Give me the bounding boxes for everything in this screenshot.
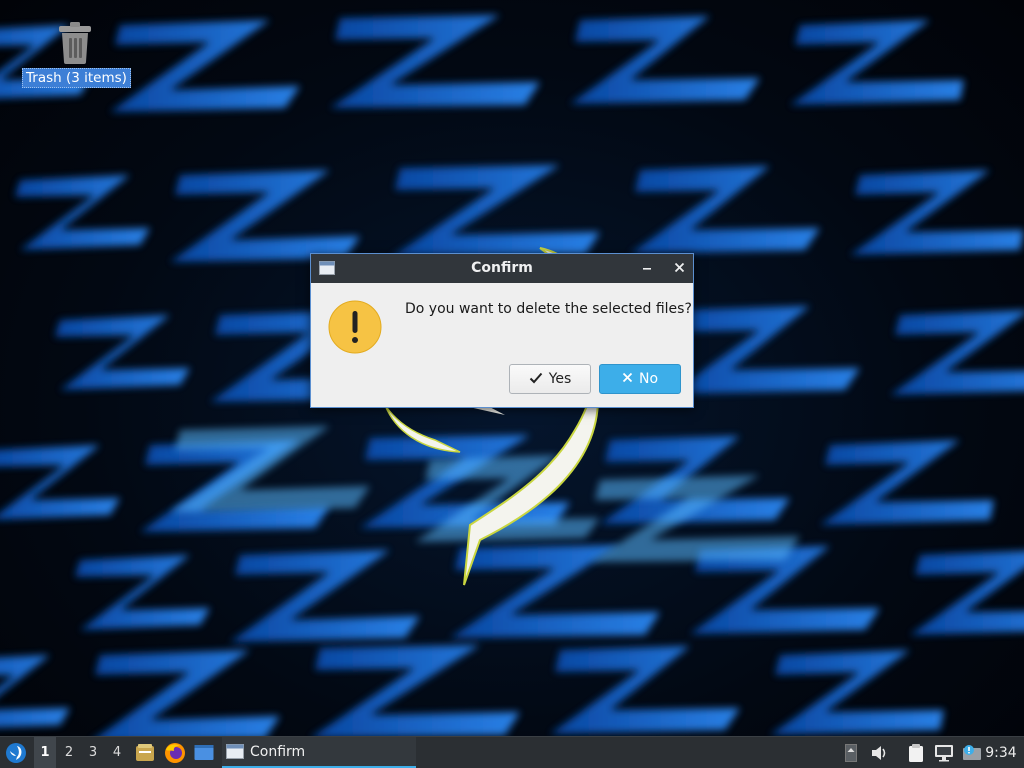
task-label: Confirm — [250, 743, 306, 760]
no-button[interactable]: No — [599, 364, 681, 394]
close-icon — [674, 262, 684, 273]
workspace-2[interactable]: 2 — [58, 737, 80, 768]
yes-button-label: Yes — [548, 371, 572, 387]
tray-arrow-icon — [845, 743, 857, 762]
volume-button[interactable] — [868, 737, 892, 768]
dialog-message: Do you want to delete the selected files… — [405, 301, 692, 317]
task-confirm[interactable]: Confirm — [222, 737, 416, 768]
lubuntu-logo-icon — [6, 742, 26, 763]
show-desktop-button[interactable] — [192, 737, 216, 768]
firefox-icon — [165, 742, 185, 763]
clock[interactable]: 9:34 — [981, 737, 1021, 768]
desktop-icon-label: Trash (3 items) — [22, 68, 131, 88]
workspace-1[interactable]: 1 — [34, 737, 56, 768]
update-notifier-icon — [963, 744, 981, 760]
yes-button[interactable]: Yes — [509, 364, 591, 394]
desktop-icon-trash[interactable]: Trash (3 items) — [22, 20, 131, 88]
clipboard-icon — [909, 743, 923, 762]
tray-scroll-button[interactable] — [842, 737, 860, 768]
warning-icon — [328, 300, 382, 354]
show-desktop-icon — [194, 744, 214, 760]
cross-icon — [622, 372, 633, 386]
minimize-icon — [643, 268, 651, 270]
workspace-3[interactable]: 3 — [82, 737, 104, 768]
window-icon — [226, 744, 244, 759]
dialog-titlebar[interactable]: Confirm — [311, 254, 693, 283]
start-menu-button[interactable] — [3, 737, 29, 768]
workspace-4[interactable]: 4 — [106, 737, 128, 768]
confirm-dialog: Confirm Do you want to delete the select… — [310, 253, 694, 408]
file-manager-launcher[interactable] — [133, 737, 157, 768]
firefox-launcher[interactable] — [162, 737, 188, 768]
dialog-body: Do you want to delete the selected files… — [311, 283, 693, 406]
file-manager-icon — [136, 743, 154, 761]
checkmark-icon — [529, 372, 543, 387]
minimize-button[interactable] — [637, 258, 657, 278]
no-button-label: No — [638, 371, 659, 387]
close-button[interactable] — [669, 258, 689, 278]
clipboard-button[interactable] — [904, 737, 928, 768]
network-icon — [935, 744, 953, 761]
taskbar: 1 2 3 4 Confirm 9:34 — [0, 736, 1024, 768]
dialog-title: Confirm — [471, 260, 533, 276]
volume-icon — [872, 745, 886, 760]
network-button[interactable] — [932, 737, 956, 768]
trash-icon — [53, 20, 97, 66]
